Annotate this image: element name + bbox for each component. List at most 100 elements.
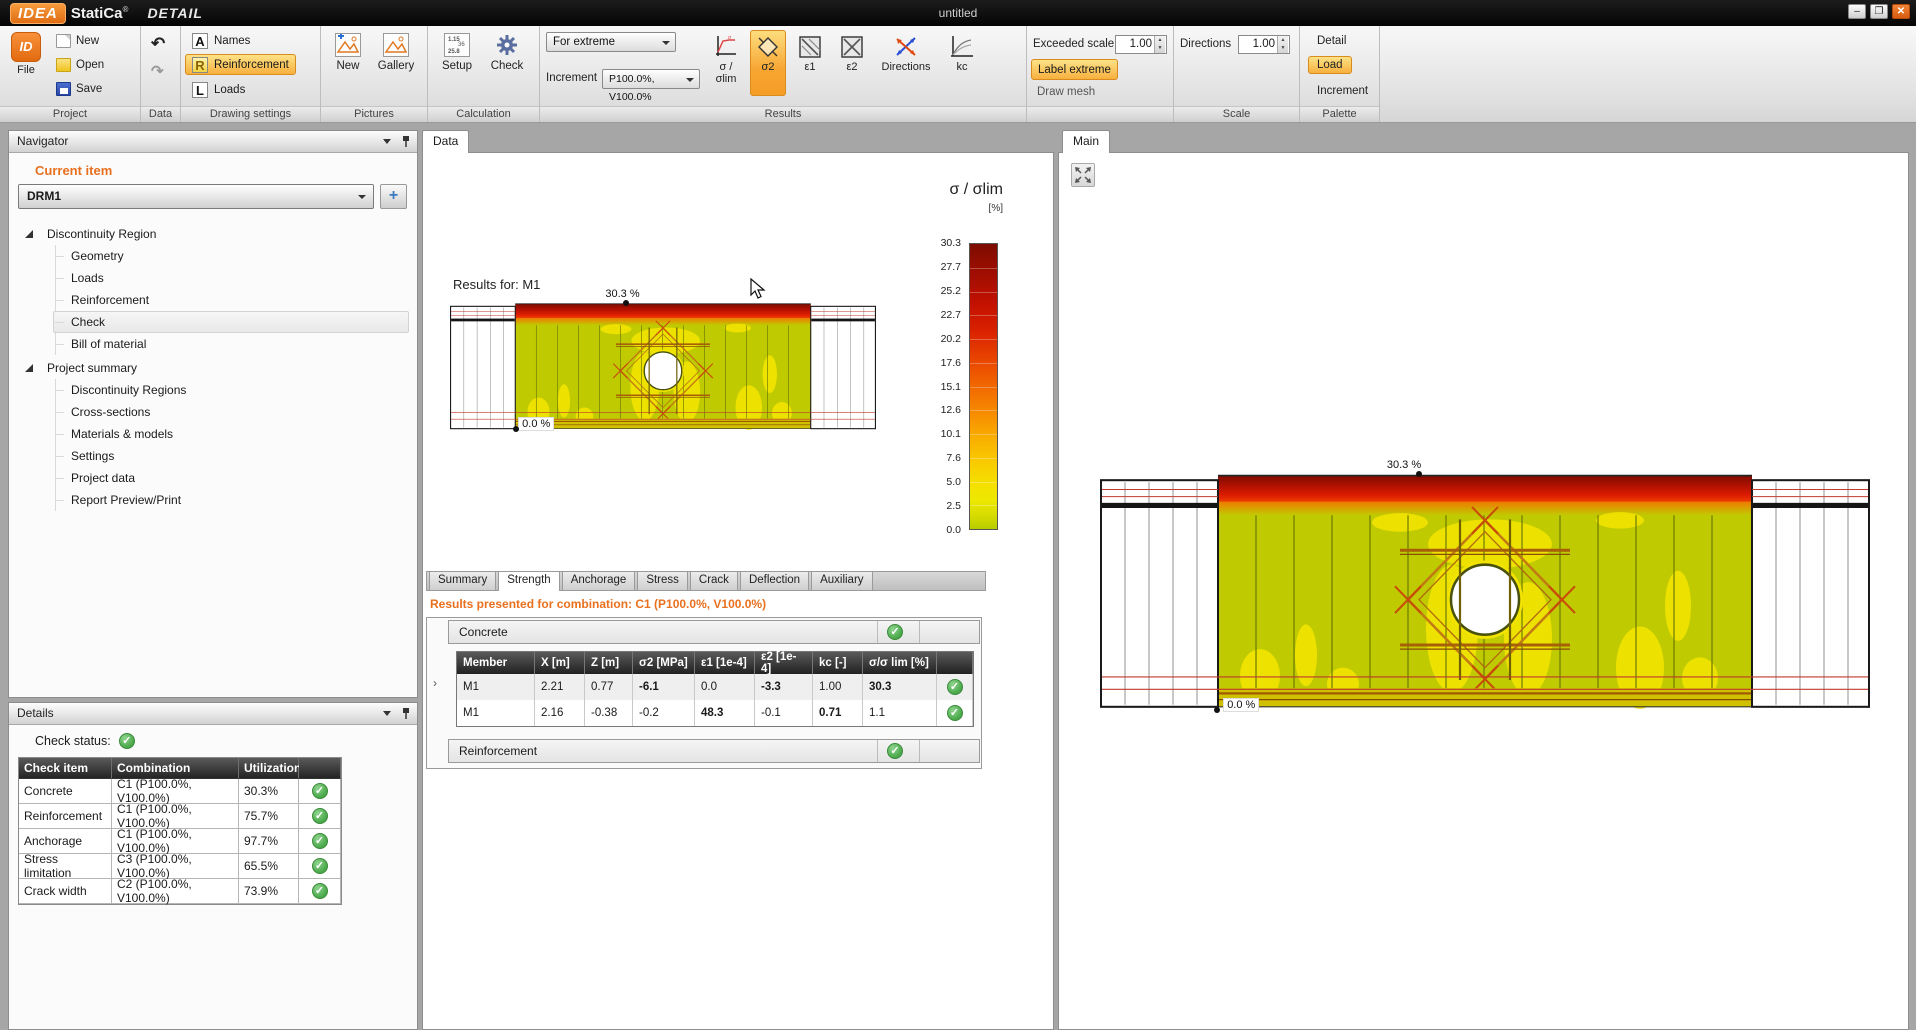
directions-scale-spinner[interactable]: 1.00▲▼ — [1238, 35, 1290, 54]
main-beam-view[interactable]: 30.3 % 0.0 % — [1100, 474, 1870, 713]
open-button[interactable]: Open — [56, 58, 104, 72]
concrete-column-header[interactable]: kc [-] — [813, 652, 863, 674]
concrete-column-header[interactable]: σ2 [MPa] — [633, 652, 695, 674]
check-run-button[interactable]: Check — [486, 30, 528, 72]
add-item-button[interactable]: + — [380, 184, 407, 209]
draw-mesh-toggle[interactable]: Draw mesh — [1037, 86, 1095, 98]
tree-item-discontinuity-regions[interactable]: Discontinuity Regions — [9, 379, 415, 401]
tree-item-geometry[interactable]: Geometry — [9, 245, 415, 267]
data-beam-view[interactable]: 30.3 % 0.0 % — [450, 303, 876, 432]
label-extreme-toggle[interactable]: Label extreme — [1031, 59, 1118, 80]
save-icon — [56, 82, 71, 96]
tab-data[interactable]: Data — [422, 130, 469, 153]
tree-item-bill-of-material[interactable]: Bill of material — [9, 333, 415, 355]
tree-item-report-preview-print[interactable]: Report Preview/Print — [9, 489, 415, 511]
expanded-node-icon[interactable] — [25, 364, 33, 372]
tree-item-project-data[interactable]: Project data — [9, 467, 415, 489]
expanded-node-icon[interactable] — [25, 230, 33, 238]
details-row-stress-limitation[interactable]: Stress limitationC3 (P100.0%, V100.0%)65… — [19, 854, 341, 879]
details-column-header[interactable]: Combination — [112, 758, 239, 779]
results-tab-deflection[interactable]: Deflection — [740, 571, 809, 590]
details-column-header[interactable]: Check item — [19, 758, 112, 779]
redo-button[interactable]: ↷ — [151, 62, 164, 80]
undo-button[interactable]: ↶ — [151, 34, 165, 54]
tree-item-materials-models[interactable]: Materials & models — [9, 423, 415, 445]
increment-selector[interactable]: P100.0%, V100.0% — [602, 69, 700, 89]
details-column-header[interactable] — [299, 758, 341, 779]
details-row-anchorage[interactable]: AnchorageC1 (P100.0%, V100.0%)97.7%✓ — [19, 829, 341, 854]
close-button[interactable]: ✕ — [1892, 4, 1910, 19]
details-status-cell: ✓ — [299, 779, 341, 804]
concrete-column-header[interactable]: X [m] — [535, 652, 585, 674]
tree-item-discontinuity-region[interactable]: Discontinuity Region — [9, 223, 415, 245]
setup-button[interactable]: 1.153625.8 Setup — [436, 30, 478, 72]
spinner-arrows-icon[interactable]: ▲▼ — [1154, 36, 1165, 53]
tree-item-cross-sections[interactable]: Cross-sections — [9, 401, 415, 423]
chevron-down-icon[interactable] — [383, 139, 391, 148]
directions-scale-label: Directions — [1180, 38, 1231, 50]
eps2-result-button[interactable]: ε2 — [834, 30, 870, 96]
file-button[interactable]: ID File — [6, 30, 46, 76]
group-label-project: Project — [0, 106, 140, 122]
tree-item-reinforcement[interactable]: Reinforcement — [9, 289, 415, 311]
title-bar: IDEA StatiCa® DETAIL untitled – ❐ ✕ — [0, 0, 1916, 26]
palette-detail-option[interactable]: Detail — [1308, 32, 1355, 50]
expand-view-button[interactable] — [1071, 163, 1095, 187]
tab-main[interactable]: Main — [1062, 130, 1110, 153]
save-button[interactable]: Save — [56, 82, 102, 96]
results-tab-crack[interactable]: Crack — [690, 571, 738, 590]
names-toggle[interactable]: ANames — [185, 30, 257, 51]
maximize-button[interactable]: ❐ — [1870, 4, 1888, 19]
sigma2-result-button[interactable]: σ2 — [750, 30, 786, 96]
concrete-table-row[interactable]: M12.210.77-6.10.0-3.31.0030.3✓ — [457, 674, 973, 700]
concrete-column-header[interactable]: Z [m] — [585, 652, 633, 674]
current-item-select[interactable]: DRM1 — [18, 184, 374, 209]
spinner-arrows-icon[interactable]: ▲▼ — [1277, 36, 1288, 53]
picture-new-button[interactable]: New — [327, 30, 369, 72]
tree-item-settings[interactable]: Settings — [9, 445, 415, 467]
results-tabs: SummaryStrengthAnchorageStressCrackDefle… — [426, 571, 986, 591]
details-row-reinforcement[interactable]: ReinforcementC1 (P100.0%, V100.0%)75.7%✓ — [19, 804, 341, 829]
results-tab-summary[interactable]: Summary — [429, 571, 496, 590]
kc-result-button[interactable]: kc — [944, 30, 980, 96]
gallery-button[interactable]: Gallery — [375, 30, 417, 72]
details-cell: C2 (P100.0%, V100.0%) — [112, 879, 239, 904]
tree-item-loads[interactable]: Loads — [9, 267, 415, 289]
concrete-table-row[interactable]: M12.16-0.38-0.248.3-0.10.711.1✓ — [457, 700, 973, 726]
concrete-column-header[interactable]: Member — [457, 652, 535, 674]
loads-toggle[interactable]: LLoads — [185, 79, 252, 100]
chevron-down-icon[interactable] — [383, 711, 391, 720]
eps1-result-button[interactable]: ε1 — [792, 30, 828, 96]
check-ok-icon: ✓ — [947, 679, 963, 695]
results-tab-auxiliary[interactable]: Auxiliary — [811, 571, 872, 590]
results-tab-stress[interactable]: Stress — [637, 571, 688, 590]
details-cell: C1 (P100.0%, V100.0%) — [112, 829, 239, 854]
reinforcement-section-bar[interactable]: Reinforcement ✓ — [448, 739, 980, 763]
gallery-icon — [383, 33, 409, 57]
palette-load-option[interactable]: Load — [1308, 56, 1352, 74]
exceeded-scale-spinner[interactable]: 1.00▲▼ — [1115, 35, 1167, 54]
results-tab-anchorage[interactable]: Anchorage — [562, 571, 636, 590]
max-value-label: 30.3 % — [603, 288, 641, 300]
details-row-crack-width[interactable]: Crack widthC2 (P100.0%, V100.0%)73.9%✓ — [19, 879, 341, 904]
sigma-slim-result-button[interactable]: σ σ /σlim — [708, 30, 744, 96]
concrete-column-header[interactable]: σ/σ lim [%] — [863, 652, 937, 674]
tree-item-project-summary[interactable]: Project summary — [9, 357, 415, 379]
extreme-selector[interactable]: For extreme — [546, 32, 676, 52]
new-button[interactable]: New — [56, 34, 99, 48]
row-expander-icon[interactable]: › — [433, 676, 437, 690]
results-tab-strength[interactable]: Strength — [498, 571, 559, 591]
reinforcement-toggle[interactable]: RReinforcement — [185, 54, 296, 75]
tree-item-check[interactable]: Check — [9, 311, 415, 333]
details-row-concrete[interactable]: ConcreteC1 (P100.0%, V100.0%)30.3%✓ — [19, 779, 341, 804]
details-cell: 65.5% — [239, 854, 299, 879]
tree-item-label: Loads — [71, 271, 104, 285]
svg-text:25.8: 25.8 — [448, 49, 460, 55]
minimize-button[interactable]: – — [1848, 4, 1866, 19]
concrete-column-header[interactable]: ε1 [1e-4] — [695, 652, 755, 674]
details-column-header[interactable]: Utilization — [239, 758, 299, 779]
palette-increment-option[interactable]: Increment — [1308, 82, 1377, 100]
concrete-column-header[interactable]: ε2 [1e-4] — [755, 652, 813, 674]
concrete-section-bar[interactable]: Concrete ✓ — [448, 620, 980, 644]
directions-result-button[interactable]: Directions — [878, 30, 934, 96]
